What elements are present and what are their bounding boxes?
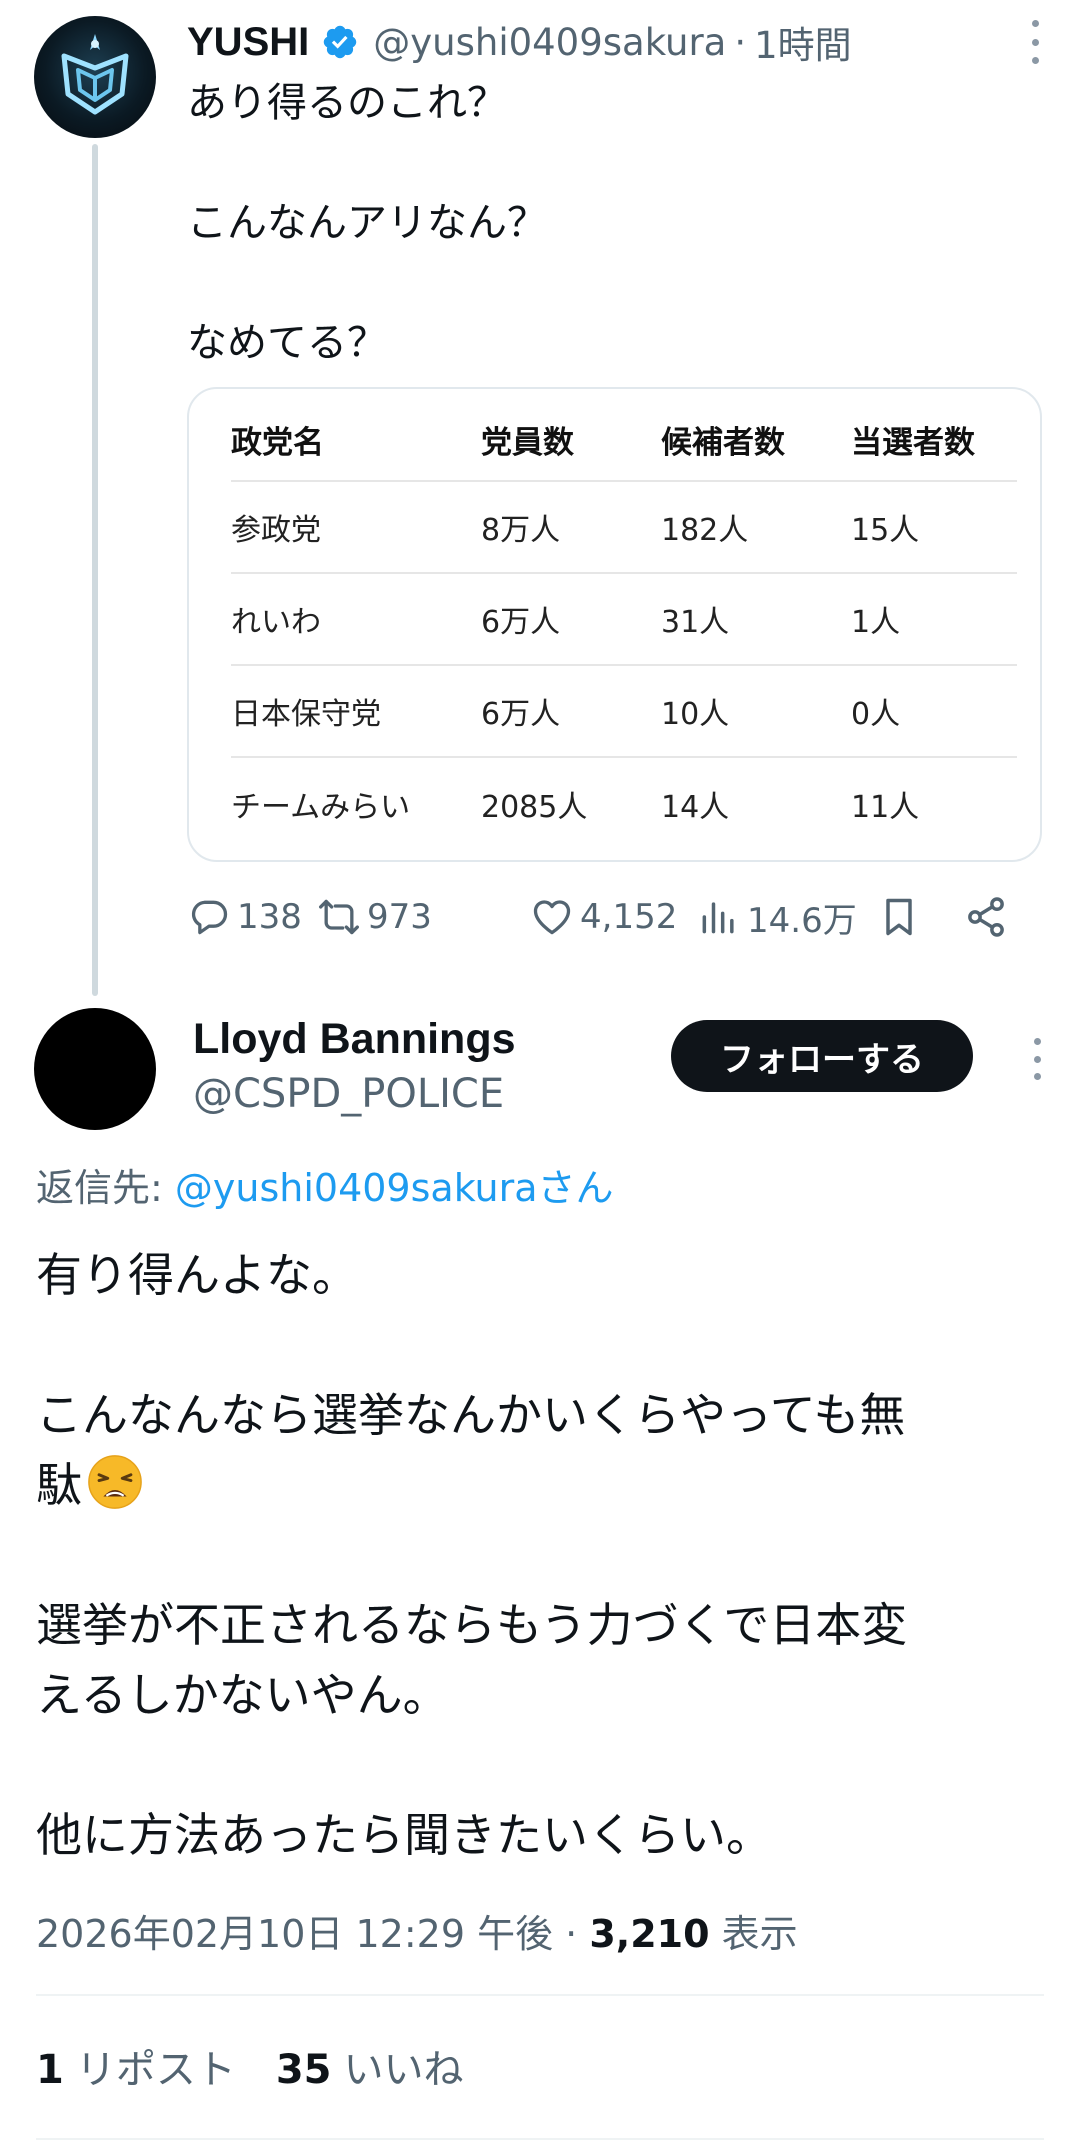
share-button[interactable] [964, 882, 1008, 952]
table-cell: 日本保守党 [231, 665, 481, 758]
header-separator: · [734, 20, 747, 64]
repost-count: 1 [36, 2047, 64, 2093]
like-count-reply: 35 [275, 2047, 332, 2093]
tweet-text: あり得るのこれ？ こんなんアリなん？ なめてる？ [187, 74, 547, 372]
views-count-bold: 3,210 [589, 1912, 710, 1956]
table-row: 日本保守党 6万人 10人 0人 [231, 665, 1017, 758]
table-cell: 31人 [661, 573, 851, 666]
like-stat[interactable]: 35 いいね [276, 2047, 464, 2093]
reply-count: 138 [237, 897, 302, 937]
reply-line: 有り得んよな。 [36, 1248, 358, 1302]
weary-face-emoji-icon [86, 1453, 144, 1511]
tweet-header: YUSHI @yushi0409sakura · 1時間 [187, 12, 852, 72]
reply-paragraph: 選挙が不正されるならもう力づくで日本変 えるしかないやん。 [36, 1590, 1036, 1730]
views-count: 14.6万 [747, 900, 857, 941]
author-name[interactable]: YUSHI [187, 20, 309, 65]
table-row: チームみらい 2085人 14人 11人 [231, 757, 1017, 849]
reply-paragraph: こんなんなら選挙なんかいくらやっても無 駄 [36, 1380, 1036, 1520]
retweet-button[interactable]: 973 [317, 882, 432, 952]
verified-badge-icon [321, 23, 359, 61]
like-label: いいね [343, 2047, 464, 2093]
replying-to-link[interactable]: @yushi0409sakuraさん [175, 1166, 614, 1210]
avatar-lloyd[interactable] [34, 1008, 156, 1130]
repost-label: リポスト [75, 2047, 236, 2093]
thread-connector-line [92, 144, 98, 996]
reply-author-name[interactable]: Lloyd Bannings [193, 1010, 516, 1068]
tweet-time[interactable]: 1時間 [754, 15, 852, 69]
reply-line: 駄 [36, 1458, 82, 1512]
table-cell: チームみらい [231, 789, 411, 825]
party-table: 政党名 党員数 候補者数 当選者数 参政党 8万人 182人 15人 れいわ 6… [231, 399, 1017, 849]
views-button[interactable]: 14.6万 [697, 882, 857, 952]
table-header-cell: 党員数 [481, 399, 661, 482]
table-cell: 0人 [851, 665, 1017, 758]
attached-table-image[interactable]: 政党名 党員数 候補者数 当選者数 参政党 8万人 182人 15人 れいわ 6… [187, 387, 1042, 862]
bookmark-icon [877, 895, 921, 939]
reply-more-options-icon[interactable] [1020, 1038, 1054, 1080]
tweet-meta: 2026年02月10日 12:29 午後 · 3,210 表示 [36, 1906, 798, 1962]
reply-line: 選挙が不正されるならもう力づくで日本変 [36, 1598, 908, 1652]
bookmark-button[interactable] [877, 882, 921, 952]
table-cell: 6万人 [481, 665, 661, 758]
timestamp[interactable]: 2026年02月10日 12:29 午後 [36, 1912, 553, 1956]
retweet-icon [317, 895, 361, 939]
table-cell: 1人 [851, 573, 1017, 666]
table-cell: 10人 [661, 665, 851, 758]
table-cell: 11人 [851, 789, 920, 825]
reply-paragraph: 他に方法あったら聞きたいくらい。 [36, 1800, 1036, 1870]
follow-button[interactable]: フォローする [671, 1020, 973, 1092]
reply-line: こんなんなら選挙なんかいくらやっても無 [36, 1388, 906, 1442]
table-header-cell: 当選者数 [851, 399, 1017, 482]
like-count: 4,152 [580, 897, 678, 937]
avatar-yushi[interactable] [34, 16, 156, 138]
table-cell: 6万人 [481, 573, 661, 666]
tweet-action-bar: 138 973 4,152 14.6万 [187, 882, 1042, 952]
table-cell: 2085人 [481, 789, 588, 825]
author-handle[interactable]: @yushi0409sakura [373, 21, 726, 64]
tweet-line: こんなんアリなん？ [187, 200, 547, 246]
reply-line: えるしかないやん。 [36, 1668, 449, 1722]
table-cell: 14人 [661, 789, 730, 825]
table-cell: 8万人 [481, 481, 661, 574]
reply-button[interactable]: 138 [187, 882, 302, 952]
reply-author-handle[interactable]: @CSPD_POLICE [193, 1066, 504, 1122]
table-row: 参政党 8万人 182人 15人 [231, 481, 1017, 574]
table-cell: 15人 [851, 481, 1017, 574]
heart-icon [530, 895, 574, 939]
table-cell: れいわ [231, 573, 481, 666]
divider [36, 1994, 1044, 1996]
views-chart-icon [697, 895, 741, 939]
table-header-row: 政党名 党員数 候補者数 当選者数 [231, 399, 1017, 482]
table-header-cell: 政党名 [231, 399, 481, 482]
reply-text: 有り得んよな。 こんなんなら選挙なんかいくらやっても無 駄 選挙が不正されるなら… [36, 1240, 1036, 1870]
table-row: れいわ 6万人 31人 1人 [231, 573, 1017, 666]
meta-separator: · [553, 1912, 590, 1956]
reply-icon [187, 895, 231, 939]
retweet-count: 973 [367, 897, 432, 937]
repost-stat[interactable]: 1 リポスト [36, 2047, 236, 2093]
tweet-line: あり得るのこれ？ [187, 80, 507, 126]
table-cell: 参政党 [231, 481, 481, 574]
reply-paragraph: 有り得んよな。 [36, 1240, 1036, 1310]
table-cell: 182人 [661, 481, 851, 574]
views-label: 表示 [709, 1912, 798, 1956]
replying-to-label: 返信先: [36, 1166, 175, 1210]
divider [36, 2138, 1044, 2140]
replying-to: 返信先: @yushi0409sakuraさん [36, 1160, 614, 1216]
shield-logo-icon [61, 34, 129, 115]
like-button[interactable]: 4,152 [530, 882, 677, 952]
reply-line: 他に方法あったら聞きたいくらい。 [36, 1808, 772, 1862]
more-options-icon[interactable] [1018, 20, 1052, 64]
tweet-line: なめてる？ [187, 320, 387, 366]
table-header-cell: 候補者数 [661, 399, 851, 482]
share-icon [964, 895, 1008, 939]
engagement-stats: 1 リポスト 35 いいね [36, 2040, 464, 2100]
